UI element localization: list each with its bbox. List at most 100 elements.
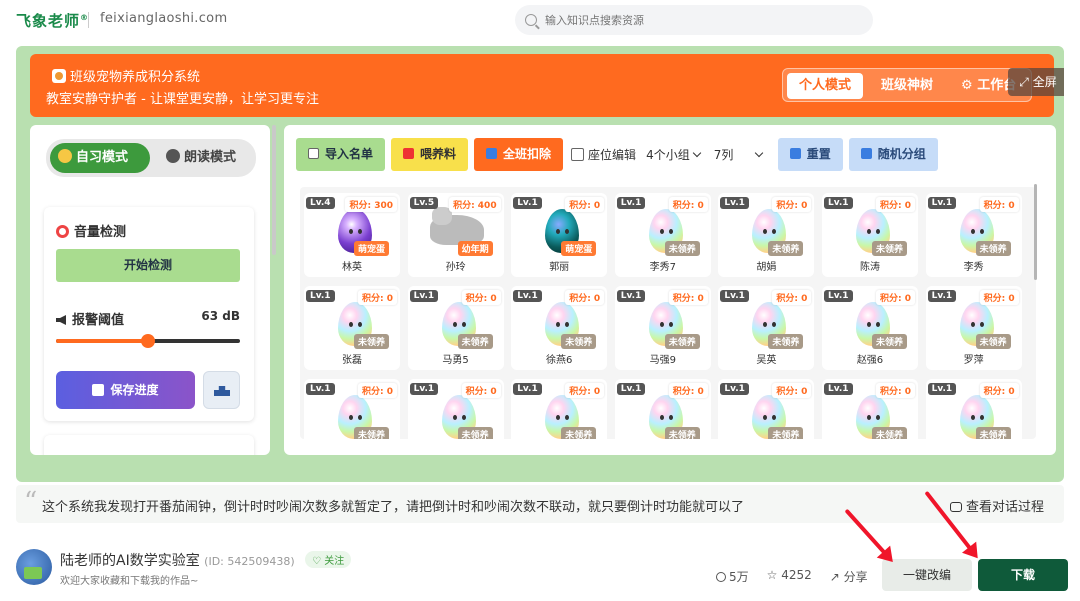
search-input[interactable] xyxy=(545,13,845,27)
pet-card[interactable]: Lv.4 积分: 300 萌宠蛋 林英 xyxy=(304,193,400,277)
site-logo[interactable]: 飞象老师® xyxy=(16,10,89,31)
eye xyxy=(556,322,561,327)
pet-card[interactable]: Lv.1 积分: 0 未领养 罗萍 xyxy=(925,286,1022,370)
pet-points: 积分: 0 xyxy=(668,383,708,398)
tab-personal-mode[interactable]: 个人模式 xyxy=(787,73,864,99)
eye xyxy=(358,322,362,327)
views-stat: 5万 xyxy=(716,568,749,585)
columns-select[interactable]: 7列 xyxy=(710,146,766,163)
pet-stage: 未领养 xyxy=(768,241,804,256)
pet-grid: Lv.4 积分: 300 萌宠蛋 林英 Lv.5 积分: 400 幼年期 孙玲 Lv.1 积分: … xyxy=(300,187,1036,439)
checkbox-box[interactable] xyxy=(571,147,585,161)
pet-stage: 未领养 xyxy=(872,427,908,439)
threshold-label: 报警阈值 xyxy=(56,309,124,328)
pet-card[interactable]: Lv.1 积分: 0 未领养 李秀7 xyxy=(614,193,711,277)
pet-card[interactable]: Lv.1 积分: 0 未领养 xyxy=(304,379,400,439)
pet-owner-name: 吴英 xyxy=(756,355,777,366)
stats: 5万 ☆ 4252 ↗ 分享 xyxy=(716,568,868,585)
eye xyxy=(772,229,777,234)
reading-mode-button[interactable]: 朗读模式 xyxy=(158,143,246,173)
follow-button[interactable]: ♡ 关注 xyxy=(305,551,352,568)
pet-stage: 萌宠蛋 xyxy=(354,241,390,256)
self-study-mode-button[interactable]: 自习模式 xyxy=(50,143,150,173)
app-stage: 班级宠物养成积分系统 教室安静守护者 - 让课堂更安静，让学习更专注 个人模式 … xyxy=(16,46,1064,482)
eye xyxy=(461,322,466,327)
app-logo-icon xyxy=(52,69,66,83)
eye xyxy=(565,229,570,234)
pet-points: 积分: 0 xyxy=(772,197,812,212)
pet-card[interactable]: Lv.5 积分: 400 幼年期 孙玲 xyxy=(407,193,504,277)
pet-points: 积分: 0 xyxy=(461,383,501,398)
shuffle-icon xyxy=(860,147,872,159)
eye xyxy=(970,322,975,327)
pet-card[interactable]: Lv.1 积分: 0 未领养 xyxy=(822,379,918,439)
reset-button[interactable]: 重置 xyxy=(777,137,843,171)
import-list-button[interactable]: 导入名单 xyxy=(296,137,386,171)
share-button[interactable]: ↗ 分享 xyxy=(830,568,868,585)
groups-select[interactable]: 4个小组 xyxy=(642,146,704,163)
left-scrollbar[interactable] xyxy=(272,125,276,255)
class-deduct-button[interactable]: 全班扣除 xyxy=(474,137,564,171)
pet-card[interactable]: Lv.1 积分: 0 未领养 xyxy=(407,379,504,439)
mode-switcher: 个人模式 班级神树 ⚙ 工作台 xyxy=(782,68,1032,102)
start-detect-button[interactable]: 开始检测 xyxy=(56,249,240,282)
pet-level: Lv.1 xyxy=(720,197,749,209)
pet-stage: 未领养 xyxy=(664,427,700,439)
search-box[interactable] xyxy=(515,5,873,35)
eye xyxy=(876,322,880,327)
pet-level: Lv.1 xyxy=(409,290,439,302)
eye xyxy=(565,322,570,327)
pet-owner-name: 李秀7 xyxy=(649,262,676,273)
eye xyxy=(970,415,975,420)
pet-points: 积分: 0 xyxy=(772,383,812,398)
pet-card[interactable]: Lv.1 积分: 0 未领养 徐燕6 xyxy=(511,286,608,370)
pet-owner-name: 郭丽 xyxy=(549,262,570,273)
pet-card[interactable]: Lv.1 积分: 0 未领养 xyxy=(614,379,711,439)
site-domain: feixianglaoshi.com xyxy=(100,11,228,26)
random-group-button[interactable]: 随机分组 xyxy=(848,137,938,171)
view-conversation-link[interactable]: 查看对话过程 xyxy=(949,496,1044,515)
pet-card[interactable]: Lv.1 积分: 0 未领养 xyxy=(718,379,815,439)
pet-points: 积分: 0 xyxy=(565,383,605,398)
pet-stage: 未领养 xyxy=(872,241,908,256)
one-click-edit-button[interactable]: 一键改编 xyxy=(882,559,972,591)
author-name[interactable]: 陆老师的AI数学实验室 xyxy=(60,553,200,569)
eye xyxy=(358,229,362,234)
comment-text: 这个系统我发现打开番茄闹钟，倒计时时吵闹次数多就暂定了，请把倒计时和吵闹次数不联… xyxy=(42,500,745,515)
pet-card[interactable]: Lv.1 积分: 0 未领养 张磊 xyxy=(304,286,400,370)
pet-card[interactable]: Lv.1 积分: 0 未领养 xyxy=(925,379,1022,439)
pill-icon xyxy=(403,147,415,159)
eye xyxy=(867,415,871,420)
load-button[interactable] xyxy=(203,371,240,409)
pet-card[interactable]: Lv.1 积分: 0 未领养 胡娟 xyxy=(718,193,815,277)
tab-class-tree[interactable]: 班级神树 xyxy=(869,73,945,99)
fullscreen-button[interactable]: ⤢ 全屏 xyxy=(1008,68,1064,96)
download-button[interactable]: 下载 xyxy=(978,559,1068,591)
pet-level: Lv.1 xyxy=(927,383,957,395)
pet-card[interactable]: Lv.1 积分: 0 萌宠蛋 郭丽 xyxy=(511,193,608,277)
eye xyxy=(867,322,871,327)
eye xyxy=(668,229,673,234)
feed-button[interactable]: 喂养料 xyxy=(391,137,469,171)
seat-edit-checkbox[interactable]: 座位编辑 xyxy=(571,146,636,163)
threshold-value: 63 dB xyxy=(201,309,240,323)
pet-stage: 未领养 xyxy=(975,334,1011,349)
save-progress-button[interactable]: 保存进度 xyxy=(56,371,195,409)
pet-card[interactable]: Lv.1 积分: 0 未领养 陈涛 xyxy=(822,193,918,277)
grid-scrollbar[interactable] xyxy=(1034,184,1037,280)
pet-card[interactable]: Lv.1 积分: 0 未领养 马勇5 xyxy=(407,286,504,370)
pet-card[interactable]: Lv.1 积分: 0 未领养 李秀 xyxy=(925,193,1022,277)
logo-divider xyxy=(88,12,89,28)
author-avatar[interactable] xyxy=(16,549,52,585)
chat-icon xyxy=(949,502,962,512)
pet-card[interactable]: Lv.1 积分: 0 未领养 吴英 xyxy=(718,286,815,370)
threshold-slider[interactable] xyxy=(56,334,240,348)
eye xyxy=(461,415,466,420)
eye xyxy=(668,322,673,327)
pet-card[interactable]: Lv.1 积分: 0 未领养 马强9 xyxy=(614,286,711,370)
pet-stage: 未领养 xyxy=(664,241,700,256)
pet-card[interactable]: Lv.1 积分: 0 未领养 赵强6 xyxy=(822,286,918,370)
stars-stat[interactable]: ☆ 4252 xyxy=(767,568,812,585)
pet-card[interactable]: Lv.1 积分: 0 未领养 xyxy=(511,379,608,439)
slider-knob[interactable] xyxy=(141,334,155,348)
